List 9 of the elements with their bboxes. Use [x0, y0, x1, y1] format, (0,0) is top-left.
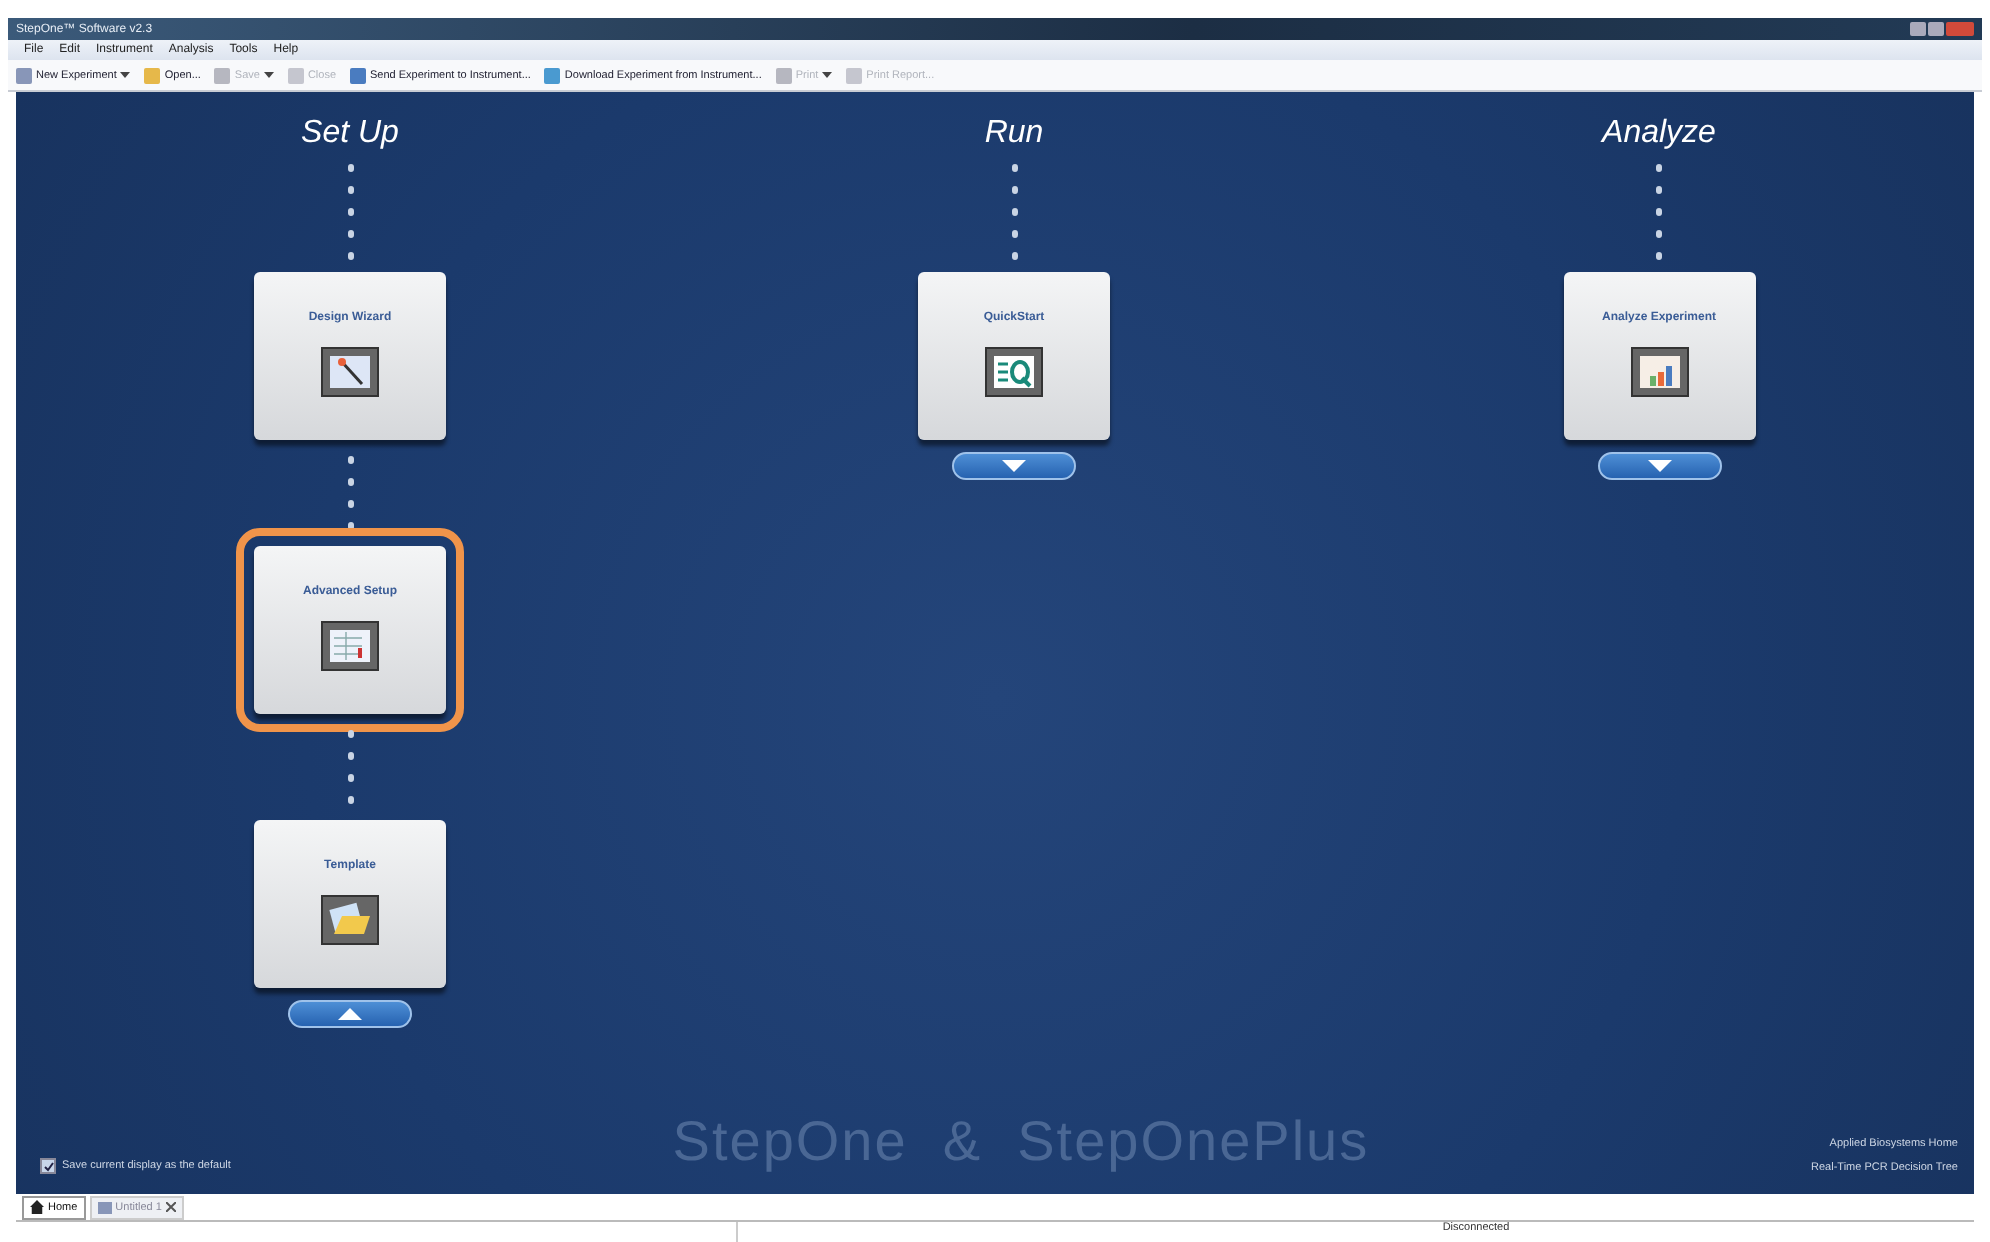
column-heading: Set Up	[301, 116, 399, 152]
close-icon[interactable]	[165, 1202, 176, 1212]
toggle-button[interactable]	[952, 452, 1076, 480]
column-heading: Analyze	[1602, 116, 1716, 152]
toggle-button[interactable]	[288, 1000, 412, 1028]
toggle-button[interactable]	[1597, 452, 1721, 480]
house-icon	[30, 1200, 44, 1214]
check-icon	[43, 1161, 53, 1171]
column-heading: Run	[984, 116, 1044, 152]
